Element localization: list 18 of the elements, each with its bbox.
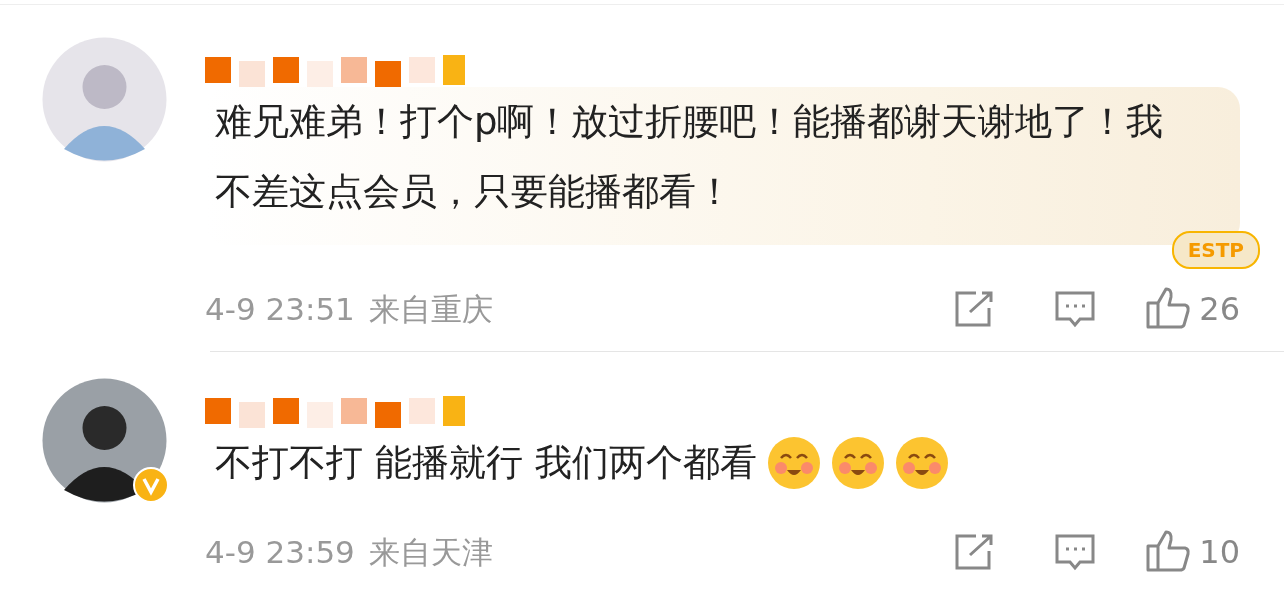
like-count: 26 (1199, 289, 1240, 330)
comment-location: 来自重庆 (368, 289, 493, 329)
comment-time: 4-9 23:51 (205, 289, 355, 329)
comment-time: 4-9 23:59 (205, 532, 355, 572)
like-icon[interactable] (1145, 285, 1192, 329)
comment-icon[interactable] (1054, 533, 1097, 571)
redacted-username[interactable] (205, 396, 467, 428)
like-count: 10 (1199, 532, 1240, 573)
smiling-emoji-icon (830, 436, 885, 490)
smiling-emoji-icon (766, 436, 821, 490)
comment-text: 不打不打 能播就行 我们两个都看 (215, 440, 757, 486)
like-icon[interactable] (1145, 528, 1192, 572)
redacted-username[interactable] (205, 55, 467, 87)
personality-badge: ESTP (1171, 231, 1260, 269)
comment-location: 来自天津 (368, 532, 493, 572)
smiling-emoji-icon (894, 436, 949, 490)
comment-icon[interactable] (1054, 290, 1097, 328)
comment-text: 难兄难弟！打个p啊！放过折腰吧！能播都谢天谢地了！我不差这点会员，只要能播都看！ (214, 99, 1165, 215)
